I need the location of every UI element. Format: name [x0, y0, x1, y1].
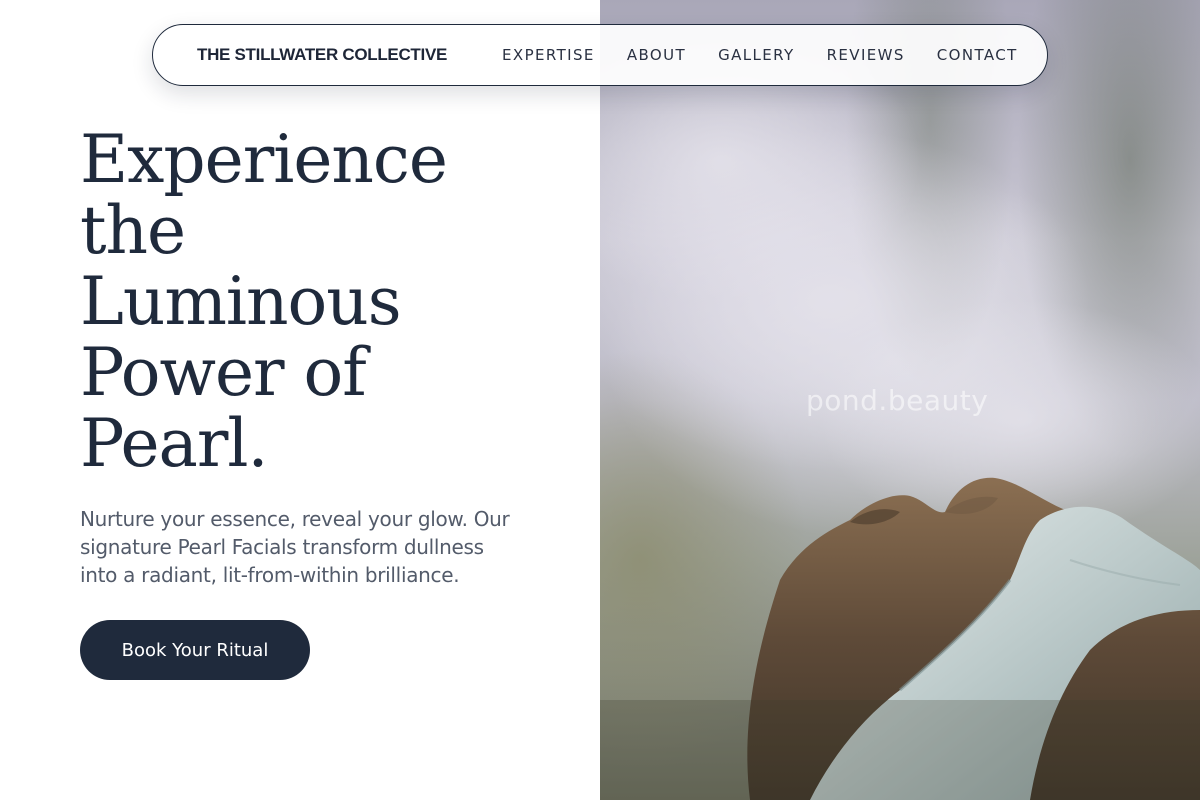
- nav-link-reviews[interactable]: REVIEWS: [827, 46, 905, 64]
- image-watermark: pond.beauty: [806, 384, 989, 417]
- page: pond.beauty THE STILLWATER COLLECTIVE EX…: [0, 0, 1200, 800]
- top-navigation: THE STILLWATER COLLECTIVE EXPERTISE ABOU…: [152, 24, 1048, 86]
- headline-line: Luminous: [80, 263, 402, 340]
- subcopy-line: Nurture your essence, reveal your glow. …: [80, 507, 510, 531]
- nav-link-contact[interactable]: CONTACT: [937, 46, 1018, 64]
- brand-logo[interactable]: THE STILLWATER COLLECTIVE: [197, 45, 447, 65]
- nav-links: EXPERTISE ABOUT GALLERY REVIEWS CONTACT: [502, 46, 1018, 64]
- headline-line: the: [80, 192, 186, 269]
- nav-link-expertise[interactable]: EXPERTISE: [502, 46, 595, 64]
- hero-subcopy: Nurture your essence, reveal your glow. …: [80, 505, 530, 589]
- hero-image: pond.beauty: [600, 0, 1200, 800]
- headline-line: Power of: [80, 334, 367, 411]
- headline-line: Experience: [80, 121, 448, 198]
- nav-link-gallery[interactable]: GALLERY: [718, 46, 795, 64]
- subcopy-line: into a radiant, lit-from-within brillian…: [80, 563, 460, 587]
- headline-line: Pearl.: [80, 405, 269, 482]
- hero-headline: Experience the Luminous Power of Pearl.: [80, 124, 560, 479]
- nav-link-about[interactable]: ABOUT: [627, 46, 686, 64]
- subcopy-line: signature Pearl Facials transform dullne…: [80, 535, 484, 559]
- book-ritual-button[interactable]: Book Your Ritual: [80, 620, 310, 680]
